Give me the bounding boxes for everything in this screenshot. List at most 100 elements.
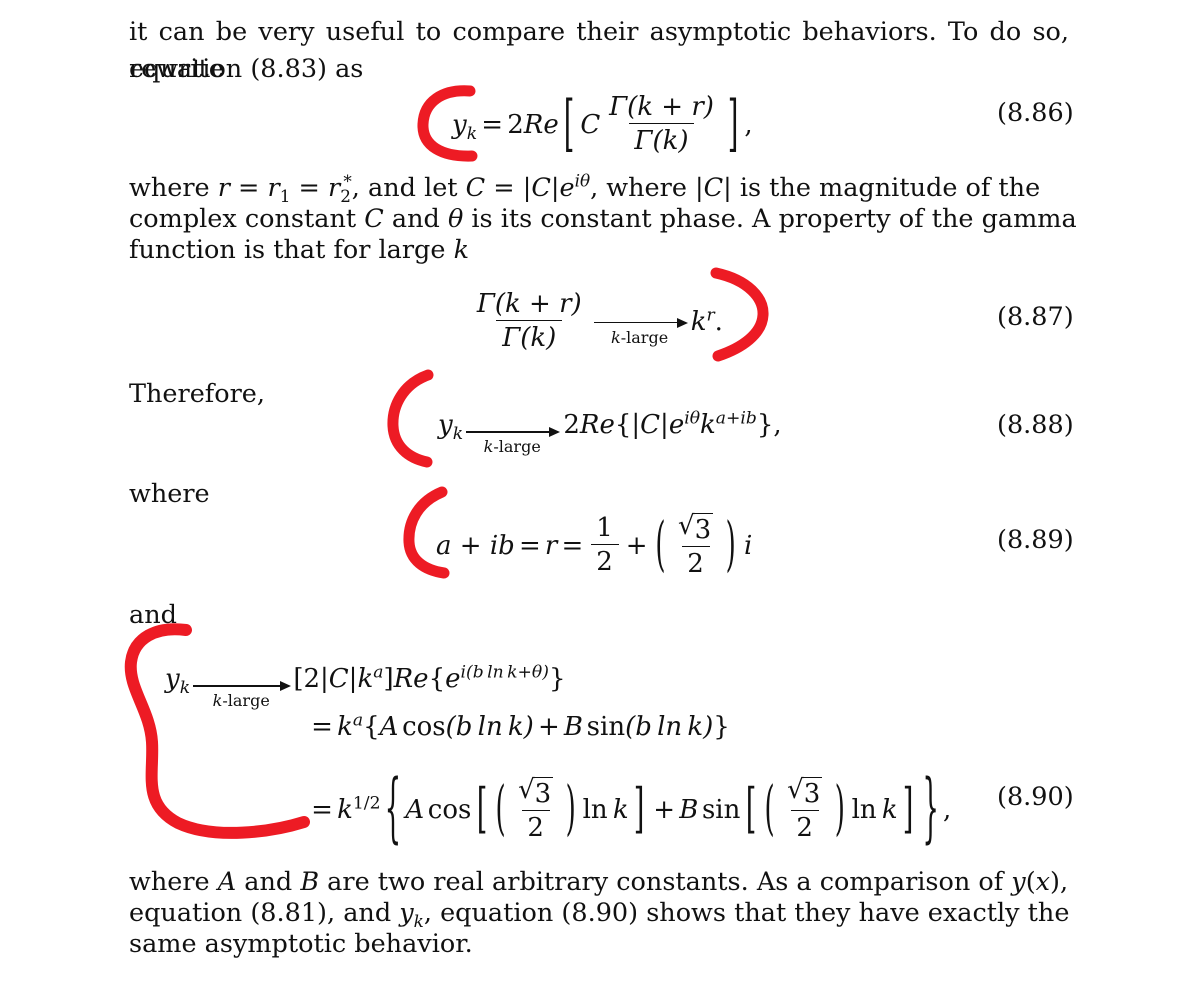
eq-8-88-brace-close: } (756, 409, 774, 440)
eq-8-90-l3-brace-close: } (922, 766, 939, 854)
eq-8-90-l3-plus: + (653, 795, 676, 825)
eq-8-87-denominator: Γ(k) (496, 319, 562, 353)
eq-8-90-l3-k-power: k1/2 (337, 793, 381, 825)
eq-8-90-l2-equals: = (311, 712, 333, 742)
eq-8-90-l3-den-2: 2 (790, 809, 819, 843)
annotation-mark-8-90 (122, 618, 322, 846)
label-where: where (129, 479, 210, 509)
eq-8-89-half-numerator: 1 (596, 512, 613, 543)
eq-8-88-re: Re (579, 409, 615, 440)
eq-8-88-limit-arrow: k-large (466, 425, 561, 456)
eq-8-90-exp: ei(b ln k+θ) (445, 661, 549, 694)
eq-8-90-l3-paren-open-2: ( (764, 776, 775, 844)
eq-8-90-re: Re (393, 663, 429, 694)
eq-8-90-k-power: ka (357, 661, 384, 694)
eq-8-90-l3-den-1: 2 (521, 809, 550, 843)
eq-8-90-l3-bracket-close-2: ] (902, 779, 914, 841)
eq-8-86-comma: , (744, 110, 753, 140)
equation-8-90-line-1: yk k-large [ 2 |C| ka ] Re { ei(b ln k+θ… (165, 663, 565, 710)
eq-8-90-l3-comma: , (943, 795, 952, 825)
eq-8-90-brace-close: } (548, 663, 566, 694)
eq-8-90-l3-fraction-1: √ 3 2 (512, 775, 559, 843)
eq-8-88-arrow-label: k-large (483, 437, 541, 456)
eq-8-89-paren-close: ) (725, 512, 736, 580)
eq-8-89-paren-open: ( (655, 512, 666, 580)
eq-8-89-fraction-half: 1 2 (590, 512, 619, 577)
eq-8-89-equals-1: = (518, 531, 541, 561)
eq-8-88-brace-open: { (614, 409, 632, 440)
equation-8-90-line-2: = ka { A cos (b ln k) + B sin (b ln k) } (307, 712, 730, 742)
eq-8-86-denominator: Γ(k) (628, 122, 695, 156)
eq-8-87-fraction: Γ(k + r) Γ(k) (471, 289, 587, 353)
label-and: and (129, 600, 177, 630)
eq-8-88-exp: eiθ (668, 407, 701, 440)
eq-8-87-limit-arrow: k-large (593, 316, 688, 347)
eq-8-89-sqrt3: √ 3 (677, 510, 714, 545)
eq-8-90-l3-equals: = (311, 795, 333, 825)
eq-8-90-brace-open: { (428, 663, 446, 694)
eq-8-88-lhs: yk (438, 409, 464, 444)
eq-8-87-period: . (714, 307, 723, 337)
eq-8-89-r: r (544, 531, 558, 561)
equation-number-8-90: (8.90) (997, 782, 1074, 812)
equation-number-8-87: (8.87) (997, 302, 1074, 332)
eq-8-90-l3-bracket-open-1: [ (476, 779, 487, 841)
eq-8-86-bracket-close: ] (728, 89, 739, 161)
eq-8-86-equals: = (481, 110, 504, 140)
eq-8-90-l3-sin: sin (701, 795, 741, 825)
eq-8-88-comma: , (773, 409, 782, 440)
eq-8-90-l2-cos: cos (402, 712, 446, 742)
equation-8-88: yk k-large 2 Re { |C| eiθ ka+ib } , (438, 409, 782, 456)
equation-8-90-line-3: = k1/2 { A cos [ ( √ 3 2 ) ln k ] + B sin… (307, 772, 952, 847)
eq-8-90-l2-sin: sin (586, 712, 626, 742)
eq-8-90-l3-fraction-2: √ 3 2 (781, 775, 828, 843)
eq-8-86-C: C (580, 110, 601, 140)
eq-8-90-l2-k-power: ka (337, 710, 364, 742)
eq-8-90-absC: |C| (320, 663, 358, 694)
eq-8-89-half-denominator: 2 (590, 543, 619, 577)
eq-8-90-l2-arg-1: (b ln k) (445, 712, 534, 742)
equation-8-87: Γ(k + r) Γ(k) k-large kr . (468, 289, 723, 354)
eq-8-87-arrow-label: k-large (611, 327, 669, 347)
eq-8-90-bracket-open: [ (293, 663, 304, 694)
paragraph-where-r-line-3: function is that for large k (129, 235, 470, 265)
eq-8-89-i: i (744, 531, 753, 561)
document-page: it can be very useful to compare their a… (0, 0, 1200, 1008)
eq-8-90-l3-B: B (679, 795, 699, 825)
eq-8-90-l2-B: B (563, 712, 584, 742)
eq-8-86-lhs: yk (452, 110, 478, 145)
eq-8-89-fraction-sqrt3-over-2: √ 3 2 (672, 511, 719, 579)
eq-8-90-arrow-label: k-large (212, 691, 270, 710)
eq-8-86-coef: 2 (507, 110, 524, 140)
eq-8-90-l3-sqrt3-1: √ 3 (518, 774, 554, 809)
eq-8-88-coef: 2 (563, 409, 580, 440)
eq-8-90-bracket-close: ] (383, 663, 394, 694)
eq-8-90-l3-cos: cos (427, 795, 472, 825)
paragraph-conclusion-line-3: same asymptotic behavior. (129, 929, 473, 959)
eq-8-90-l3-brace-open: { (384, 766, 402, 854)
eq-8-89-plus: + (625, 531, 648, 561)
paragraph-intro-line-2: equation (8.83) as (129, 54, 364, 84)
eq-8-90-l3-lnk-1: ln k (582, 795, 629, 825)
eq-8-90-l2-brace-close: } (713, 712, 730, 742)
eq-8-90-two: 2 (303, 663, 321, 694)
eq-8-88-k-power: ka+ib (700, 407, 757, 440)
eq-8-90-l3-paren-open-1: ( (495, 776, 506, 844)
eq-8-89-equals-2: = (561, 531, 584, 561)
eq-8-90-limit-arrow: k-large (193, 679, 292, 710)
eq-8-90-l3-paren-close-2: ) (834, 776, 845, 844)
eq-8-90-l2-arg-2: (b ln k) (625, 712, 714, 742)
eq-8-90-l3-A: A (405, 795, 425, 825)
eq-8-90-l3-bracket-close-1: ] (633, 779, 645, 841)
eq-8-89-lhs: a + ib (436, 531, 515, 561)
eq-8-90-l2-plus: + (537, 712, 560, 742)
eq-8-90-l2-A: A (379, 712, 399, 742)
eq-8-90-l3-sqrt3-2: √ 3 (787, 774, 823, 809)
eq-8-87-numerator: Γ(k + r) (476, 288, 582, 319)
eq-8-90-l2-brace-open: { (363, 712, 380, 742)
equation-8-89: a + ib = r = 1 2 + ( √ 3 2 ) i (436, 511, 753, 580)
equation-number-8-89: (8.89) (997, 525, 1074, 555)
equation-number-8-86: (8.86) (997, 98, 1074, 128)
eq-8-90-l3-bracket-open-2: [ (745, 779, 756, 841)
eq-8-86-re: Re (523, 110, 559, 140)
